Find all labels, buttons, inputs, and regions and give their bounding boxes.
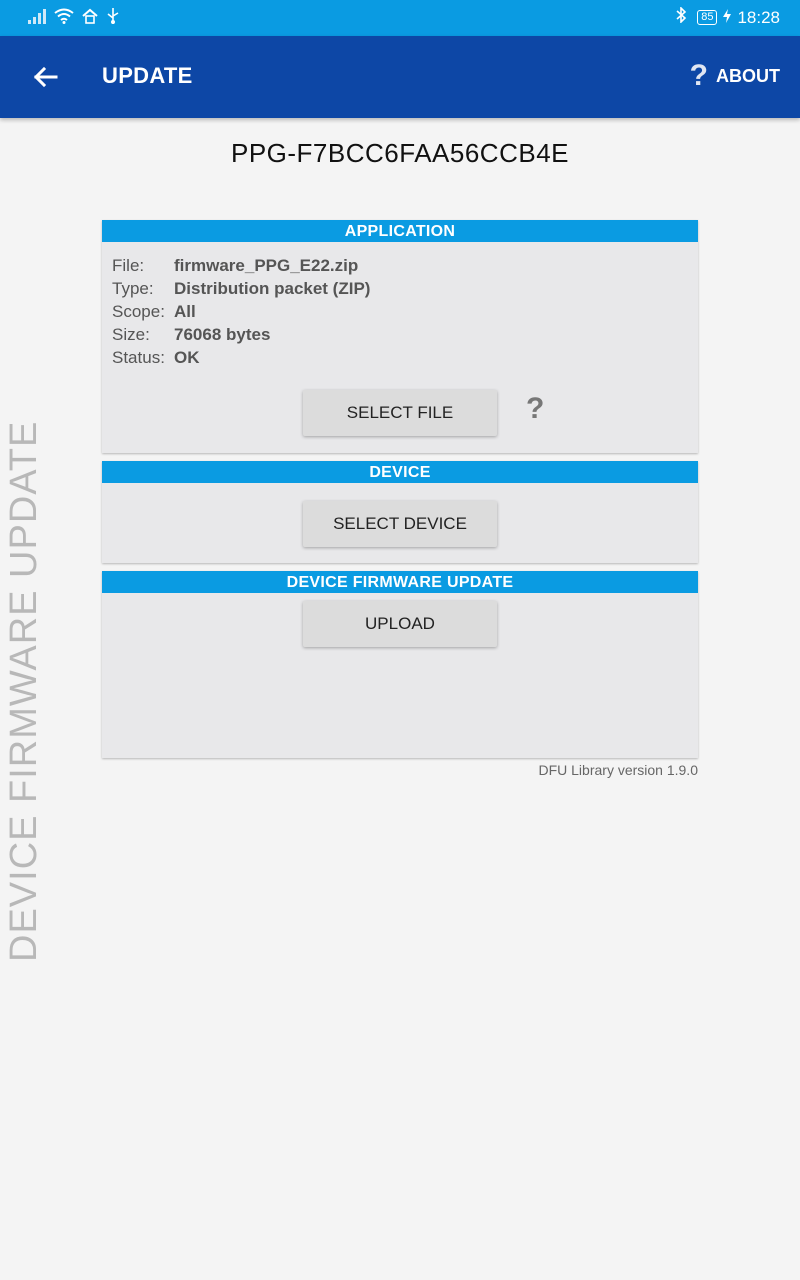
library-version: DFU Library version 1.9.0: [538, 762, 698, 778]
info-value: All: [174, 302, 196, 321]
select-file-button[interactable]: SELECT FILE: [303, 390, 497, 436]
help-icon[interactable]: ?: [526, 392, 544, 426]
device-name: PPG-F7BCC6FAA56CCB4E: [230, 138, 569, 168]
clock: 18:28: [737, 7, 780, 27]
info-value: firmware_PPG_E22.zip: [174, 256, 359, 275]
about-label: ABOUT: [716, 65, 780, 86]
about-button[interactable]: ? ABOUT: [690, 60, 780, 92]
info-key: Status:: [112, 348, 165, 367]
info-value: Distribution packet (ZIP): [174, 279, 371, 298]
select-device-button[interactable]: SELECT DEVICE: [303, 501, 497, 547]
application-header: APPLICATION: [102, 220, 698, 242]
info-row-scope: Scope: All: [112, 300, 370, 323]
info-value: 76068 bytes: [174, 325, 271, 344]
charging-icon: [723, 8, 732, 28]
info-row-type: Type: Distribution packet (ZIP): [112, 277, 370, 300]
status-bar: 85 18:28: [0, 0, 800, 36]
dfu-header: DEVICE FIRMWARE UPDATE: [102, 571, 698, 593]
back-arrow-icon[interactable]: [30, 61, 62, 93]
upload-button[interactable]: UPLOAD: [303, 601, 497, 647]
battery-icon: 85: [697, 10, 718, 25]
info-value: OK: [174, 348, 200, 367]
info-row-status: Status: OK: [112, 346, 370, 369]
application-panel: APPLICATION File: firmware_PPG_E22.zip T…: [102, 220, 698, 453]
app-bar: UPDATE ? ABOUT: [0, 36, 800, 118]
page-title: UPDATE: [102, 63, 193, 88]
device-header: DEVICE: [102, 461, 698, 483]
home-network-icon: [82, 8, 98, 29]
usb-icon: [106, 8, 120, 29]
info-key: File:: [112, 256, 145, 275]
bluetooth-icon: [675, 6, 687, 28]
help-icon: ?: [689, 59, 708, 92]
side-label: DEVICE FIRMWARE UPDATE: [3, 420, 45, 962]
signal-icon: [28, 8, 46, 29]
info-key: Scope:: [112, 302, 165, 321]
info-row-file: File: firmware_PPG_E22.zip: [112, 254, 370, 277]
dfu-panel: DEVICE FIRMWARE UPDATE UPLOAD: [102, 571, 698, 758]
wifi-icon: [54, 8, 74, 29]
info-key: Type:: [112, 279, 154, 298]
device-panel: DEVICE SELECT DEVICE: [102, 461, 698, 563]
info-row-size: Size: 76068 bytes: [112, 323, 370, 346]
file-info: File: firmware_PPG_E22.zip Type: Distrib…: [112, 254, 370, 369]
info-key: Size:: [112, 325, 150, 344]
